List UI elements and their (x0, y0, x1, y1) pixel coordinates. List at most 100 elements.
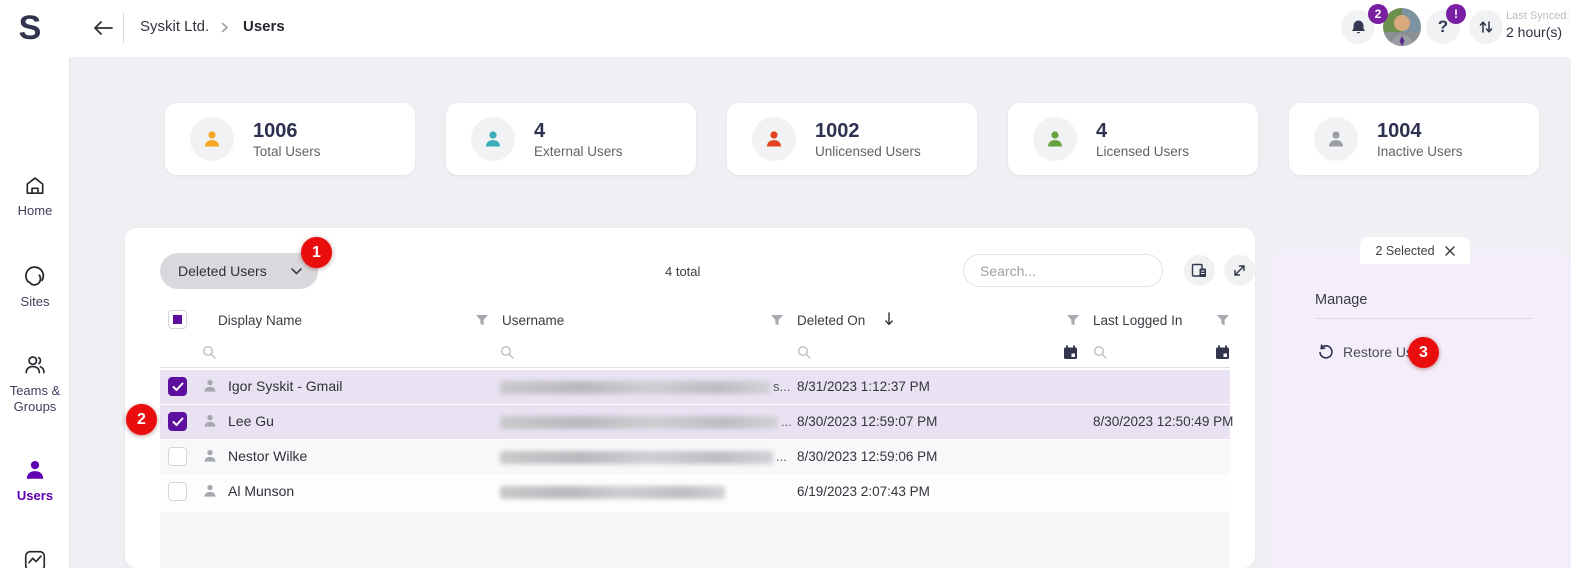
sidebar-label-sites: Sites (20, 294, 50, 309)
person-icon (190, 117, 234, 161)
display-name: Nestor Wilke (228, 448, 308, 464)
table-filter-row (160, 338, 1230, 368)
breadcrumb-page-title: Users (243, 18, 285, 35)
breadcrumb-company[interactable]: Syskit Ltd. (140, 18, 209, 35)
annotation-badge-2: 2 (126, 404, 157, 435)
stat-value: 4 (1096, 119, 1108, 142)
user-avatar[interactable] (1383, 8, 1421, 46)
topbar-divider (123, 13, 124, 43)
column-header-username[interactable]: Username (502, 313, 564, 328)
sidebar-item-sites[interactable]: Sites (0, 264, 70, 310)
annotation-badge-3: 3 (1408, 337, 1439, 368)
username-redacted (500, 451, 773, 464)
row-checkbox-checked[interactable] (168, 377, 187, 396)
row-checkbox-checked[interactable] (168, 412, 187, 431)
sidebar-item-home[interactable]: Home (0, 175, 70, 219)
username-tail: s... (773, 379, 791, 394)
filter-icon[interactable] (1216, 314, 1230, 332)
username-redacted (500, 381, 770, 394)
table-row[interactable]: Lee Gu ... 8/30/2023 12:59:07 PM 8/30/20… (160, 405, 1233, 439)
sidebar-label-teams-groups: Teams & Groups (9, 383, 61, 414)
select-all-checkbox[interactable] (168, 310, 187, 329)
stats-cards-row: 1006 Total Users 4 External Users 1002 U… (165, 103, 1539, 175)
column-header-last-logged-in[interactable]: Last Logged In (1093, 313, 1182, 328)
stat-label: Inactive Users (1377, 143, 1463, 159)
row-checkbox-unchecked[interactable] (168, 482, 187, 501)
filter-search-icon[interactable] (202, 345, 217, 365)
sort-desc-icon[interactable] (884, 312, 894, 331)
annotation-badge-1: 1 (301, 237, 332, 268)
filter-search-icon[interactable] (797, 345, 812, 365)
column-chooser-icon (1191, 263, 1206, 277)
person-icon (1314, 117, 1358, 161)
chevron-down-icon (291, 267, 302, 275)
column-chooser-button[interactable] (1184, 255, 1215, 286)
filter-search-icon[interactable] (1093, 345, 1108, 365)
stat-card-licensed-users[interactable]: 4 Licensed Users (1008, 103, 1258, 175)
table-row[interactable]: Nestor Wilke ... 8/30/2023 12:59:06 PM (160, 440, 1230, 474)
username-tail: ... (781, 414, 792, 429)
last-synced: Last Synced: 2 hour(s) (1506, 10, 1570, 41)
filter-icon[interactable] (475, 314, 489, 332)
panel-divider (1315, 318, 1533, 319)
user-icon (202, 483, 218, 504)
stat-card-unlicensed-users[interactable]: 1002 Unlicensed Users (727, 103, 977, 175)
filter-search-icon[interactable] (500, 345, 515, 365)
stat-label: External Users (534, 143, 623, 159)
expand-button[interactable] (1224, 255, 1255, 286)
filter-icon[interactable] (770, 314, 784, 332)
bell-icon (1351, 20, 1365, 33)
date-picker-icon[interactable] (1063, 345, 1078, 365)
question-icon: ? (1437, 17, 1449, 36)
sidebar-item-report[interactable]: Report (0, 549, 70, 568)
back-arrow-icon (94, 21, 113, 35)
sync-arrows-icon (1479, 21, 1493, 33)
clear-selection-button[interactable] (1444, 245, 1455, 256)
deleted-on-value: 8/30/2023 12:59:06 PM (797, 449, 938, 464)
person-icon (1033, 117, 1077, 161)
filter-icon[interactable] (1066, 314, 1080, 332)
person-icon (752, 117, 796, 161)
total-count: 4 total (665, 264, 701, 279)
stat-card-external-users[interactable]: 4 External Users (446, 103, 696, 175)
stat-value: 1002 (815, 119, 860, 142)
topbar: S Syskit Ltd. Users 2 ? ! Last Synced: 2… (0, 0, 1571, 57)
last-synced-value: 2 hour(s) (1506, 23, 1563, 40)
view-selector-dropdown[interactable]: Deleted Users (160, 253, 318, 289)
view-selector-label: Deleted Users (178, 263, 267, 279)
stat-label: Unlicensed Users (815, 143, 921, 159)
column-header-deleted-on[interactable]: Deleted On (797, 313, 865, 328)
display-name: Lee Gu (228, 413, 274, 429)
check-icon (172, 382, 183, 391)
table-empty-area (160, 512, 1230, 568)
column-header-display-name[interactable]: Display Name (218, 313, 302, 328)
manage-section-title: Manage (1315, 292, 1368, 308)
sync-button[interactable] (1469, 10, 1503, 44)
back-button[interactable] (90, 15, 116, 41)
row-checkbox-unchecked[interactable] (168, 447, 187, 466)
restore-icon (1319, 344, 1333, 359)
deleted-on-value: 8/30/2023 12:59:07 PM (797, 414, 938, 429)
sidebar-label-users: Users (16, 488, 54, 503)
username-redacted (500, 416, 778, 429)
stat-card-total-users[interactable]: 1006 Total Users (165, 103, 415, 175)
date-picker-icon[interactable] (1215, 345, 1230, 365)
user-icon (202, 378, 218, 399)
stat-value: 4 (534, 119, 546, 142)
selection-tab: 2 Selected (1360, 237, 1470, 264)
sidebar: Home Sites Teams & Groups Users (0, 57, 70, 568)
indeterminate-mark (173, 315, 182, 324)
sidebar-item-teams-groups[interactable]: Teams & Groups (0, 353, 70, 414)
search-input[interactable] (980, 262, 1161, 279)
selection-count: 2 Selected (1375, 243, 1435, 258)
stat-label: Total Users (253, 143, 321, 159)
table-search[interactable] (963, 254, 1163, 287)
table-row[interactable]: Igor Syskit - Gmail s... 8/31/2023 1:12:… (160, 370, 1230, 404)
stat-value: 1004 (1377, 119, 1422, 142)
last-synced-label: Last Synced: (1506, 10, 1570, 22)
sidebar-item-users[interactable]: Users (0, 458, 70, 504)
deleted-on-value: 6/19/2023 2:07:43 PM (797, 484, 930, 499)
table-row[interactable]: Al Munson 6/19/2023 2:07:43 PM (160, 475, 1230, 509)
user-icon (202, 448, 218, 469)
stat-card-inactive-users[interactable]: 1004 Inactive Users (1289, 103, 1539, 175)
